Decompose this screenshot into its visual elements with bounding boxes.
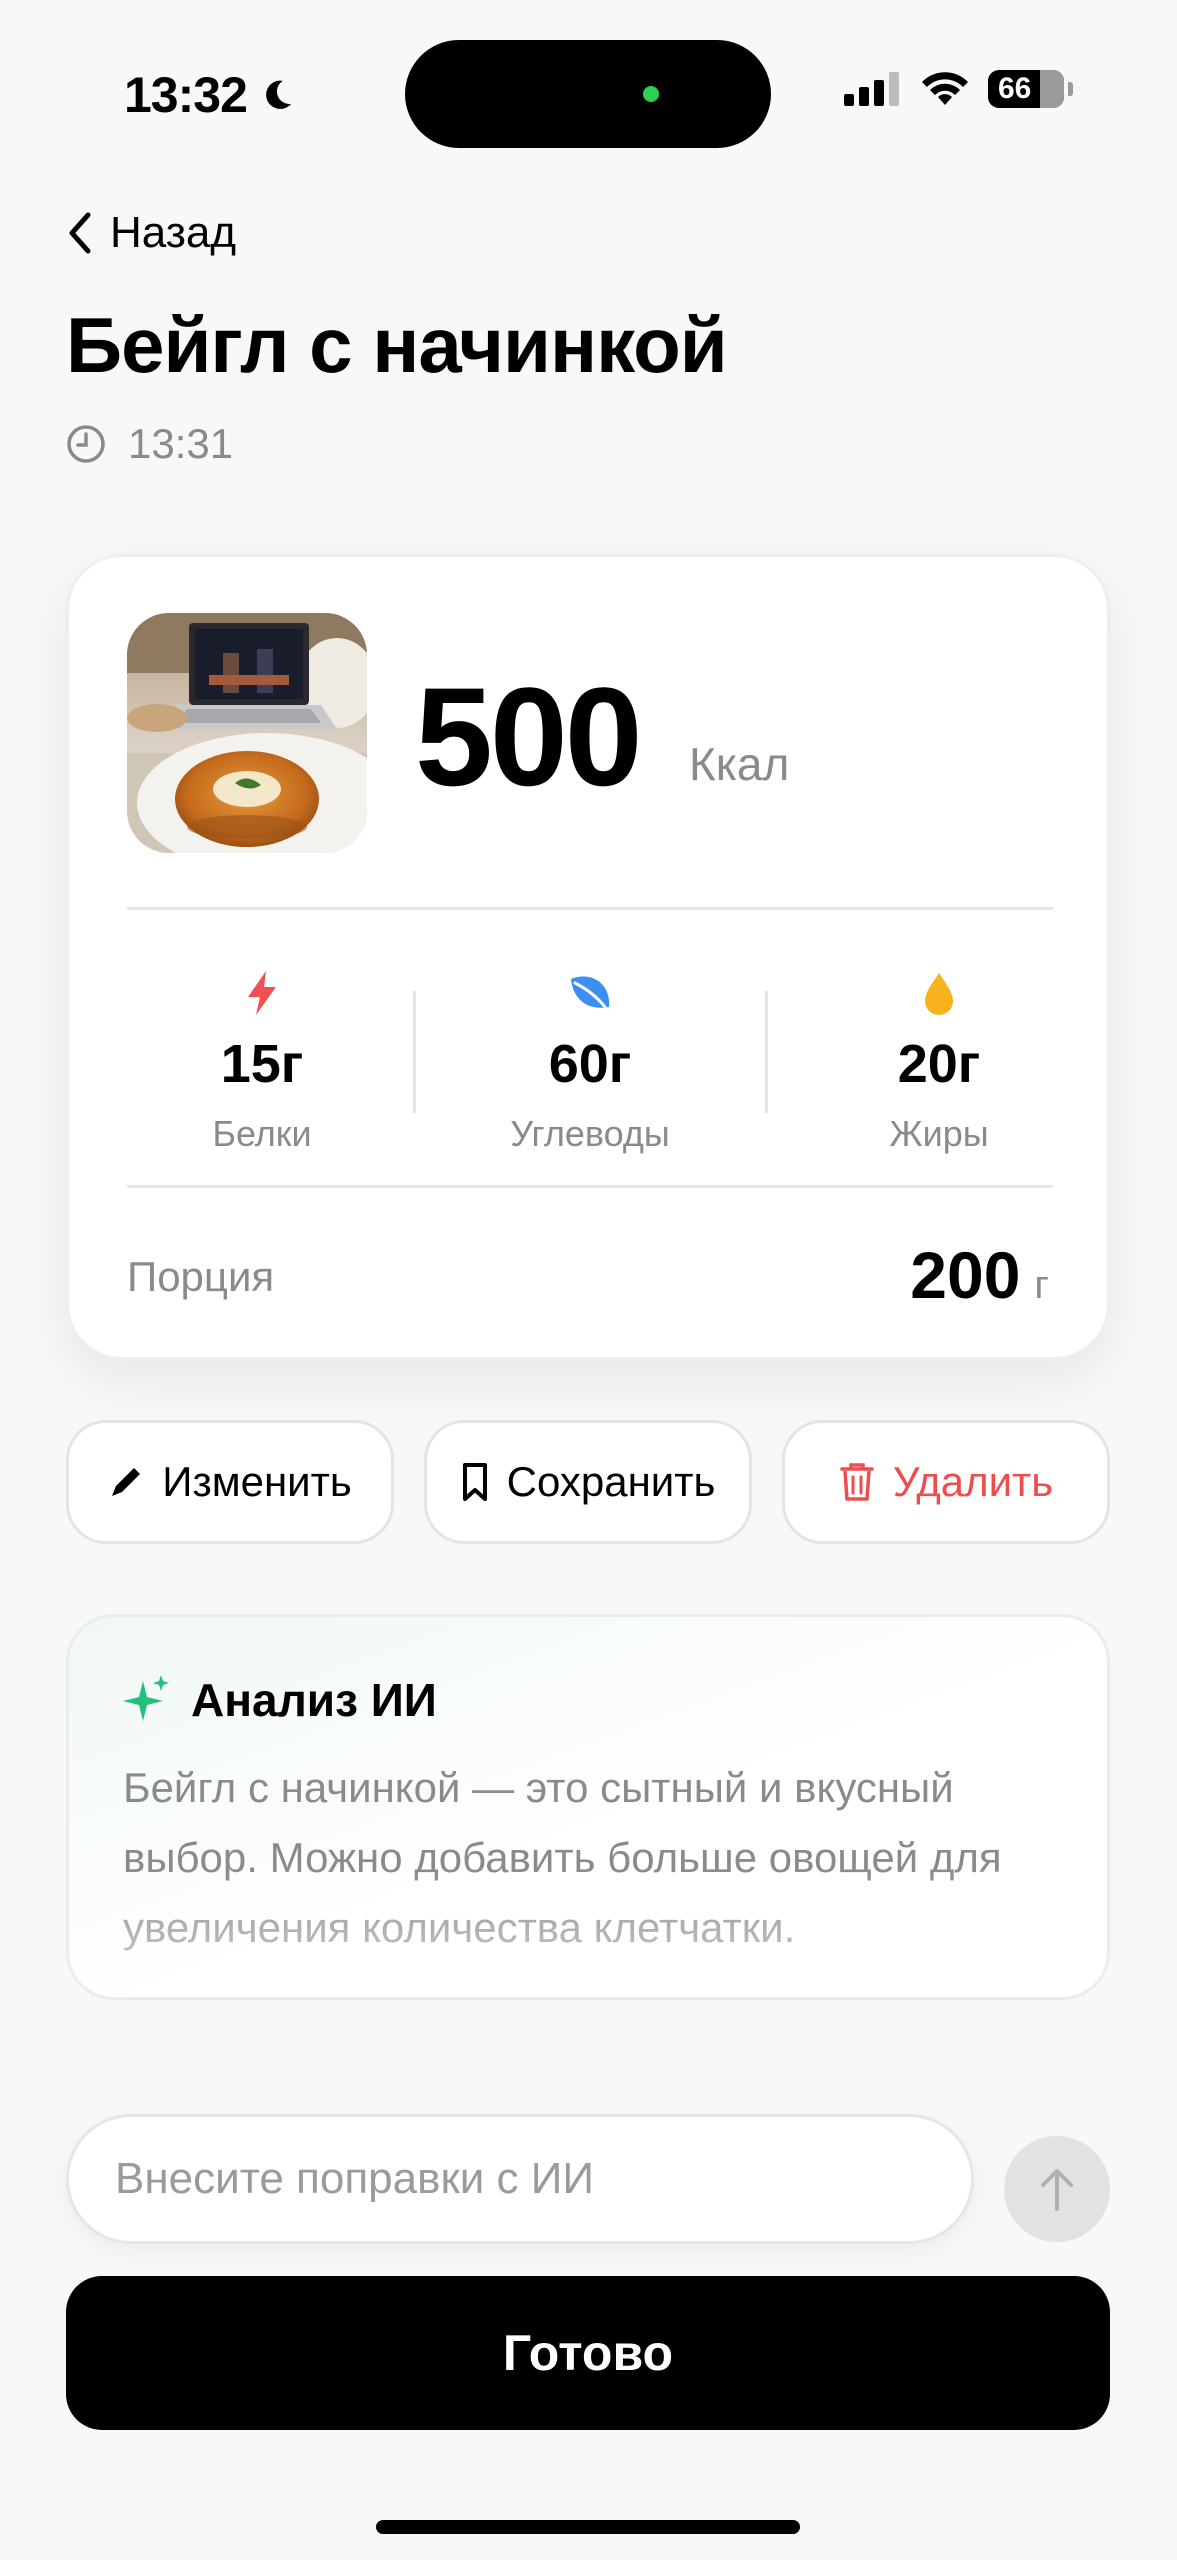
back-label: Назад	[110, 208, 237, 257]
done-button[interactable]: Готово	[66, 2276, 1110, 2430]
macro-fat: 20г Жиры	[789, 965, 1089, 1155]
status-time: 13:32	[124, 66, 297, 124]
back-button[interactable]: Назад	[66, 208, 236, 258]
clock-icon	[67, 425, 105, 463]
page-title: Бейгл с начинкой	[66, 301, 728, 389]
macro-carbs-label: Углеводы	[510, 1113, 670, 1154]
divider	[127, 907, 1053, 910]
portion-label: Порция	[127, 1253, 275, 1300]
ai-analysis-header: Анализ ИИ	[123, 1673, 437, 1727]
sparkles-icon	[123, 1675, 169, 1721]
delete-button[interactable]: Удалить	[782, 1420, 1110, 1544]
send-button[interactable]	[1004, 2136, 1110, 2242]
wifi-icon	[922, 72, 968, 105]
ai-correction-input[interactable]	[66, 2114, 974, 2244]
portion-number: 200	[910, 1238, 1021, 1312]
arrow-up-icon	[1041, 2169, 1073, 2211]
macro-fat-value: 20г	[897, 1034, 981, 1094]
divider	[127, 1185, 1053, 1188]
macro-protein: 15г Белки	[112, 965, 412, 1155]
edit-button[interactable]: Изменить	[66, 1420, 394, 1544]
camera-indicator	[643, 86, 659, 102]
calories-unit: Ккал	[689, 738, 790, 790]
dynamic-island	[405, 40, 771, 148]
ai-analysis-card: Анализ ИИ Бейгл с начинкой — это сытный …	[66, 1614, 1110, 2000]
meal-photo-image	[127, 613, 367, 853]
home-indicator[interactable]	[376, 2520, 800, 2534]
trash-icon	[840, 1463, 874, 1501]
delete-label: Удалить	[892, 1458, 1054, 1505]
macro-separator	[413, 991, 416, 1113]
status-icons: 66	[844, 70, 1073, 108]
battery-cap	[1068, 82, 1073, 96]
macro-protein-value: 15г	[220, 1034, 304, 1094]
ai-analysis-text: Бейгл с начинкой — это сытный и вкусный …	[123, 1753, 1073, 1963]
battery-empty-part	[1040, 70, 1064, 108]
meal-photo[interactable]	[127, 613, 367, 853]
macro-separator	[765, 991, 768, 1113]
macro-carbs-value: 60г	[548, 1034, 632, 1094]
calories-value: 500	[415, 658, 643, 815]
meal-time: 13:31	[66, 420, 233, 468]
portion-unit: г	[1034, 1263, 1049, 1307]
macro-protein-label: Белки	[212, 1113, 312, 1154]
portion-value[interactable]: 200 г	[910, 1237, 1049, 1313]
battery-icon: 66	[988, 70, 1064, 108]
meal-detail-screen: 13:32 66 Назад Бейгл с начинкой 13:31 50…	[0, 0, 1177, 2560]
cellular-signal-icon	[844, 72, 899, 106]
bookmark-icon	[462, 1463, 487, 1501]
leaf-icon	[571, 976, 610, 1009]
save-button[interactable]: Сохранить	[424, 1420, 752, 1544]
edit-label: Изменить	[162, 1458, 352, 1505]
ai-analysis-title: Анализ ИИ	[191, 1674, 437, 1726]
battery-level: 66	[998, 72, 1032, 105]
nutrition-card: 500 Ккал 15г Белки 60г Углеводы 20г Жиры…	[66, 554, 1110, 1360]
moon-icon	[266, 80, 292, 109]
chevron-left-icon	[69, 212, 91, 254]
save-label: Сохранить	[506, 1458, 716, 1505]
pencil-icon	[112, 1468, 141, 1496]
meal-time-text: 13:31	[128, 420, 234, 467]
lightning-icon	[248, 971, 276, 1015]
status-time-text: 13:32	[124, 67, 248, 123]
macro-fat-label: Жиры	[889, 1113, 989, 1154]
macro-carbs: 60г Углеводы	[440, 965, 740, 1155]
drop-icon	[925, 973, 953, 1015]
